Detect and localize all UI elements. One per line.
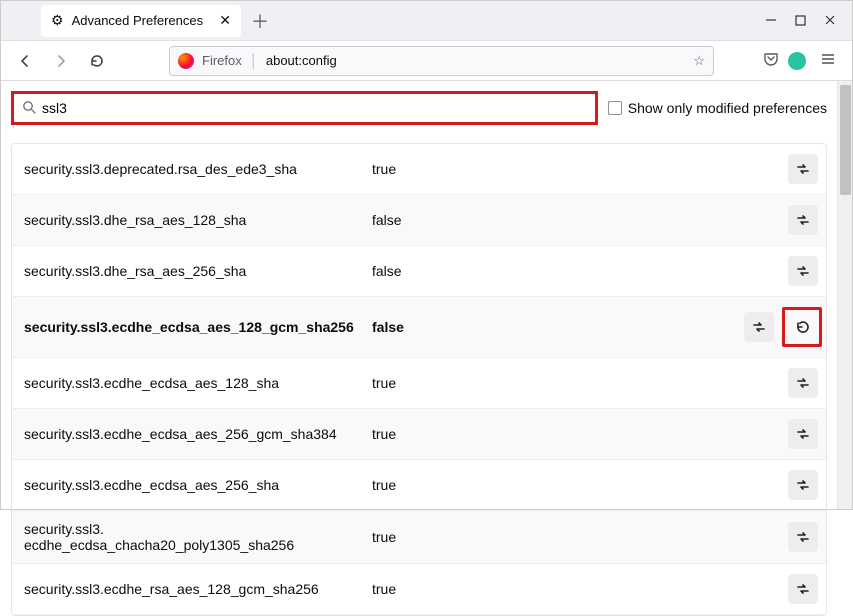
url-brand: Firefox	[202, 53, 242, 68]
pref-row: security.ssl3. ecdhe_ecdsa_chacha20_poly…	[12, 511, 826, 564]
pocket-icon[interactable]	[762, 50, 780, 71]
back-button[interactable]	[11, 47, 39, 75]
vertical-scrollbar[interactable]	[837, 81, 852, 509]
toggle-button[interactable]	[744, 312, 774, 342]
pref-value: true	[372, 375, 780, 391]
pref-name: security.ssl3.ecdhe_ecdsa_aes_256_sha	[24, 477, 364, 493]
firefox-icon	[178, 53, 194, 69]
pref-name: security.ssl3.ecdhe_ecdsa_aes_256_gcm_sh…	[24, 426, 364, 442]
window-controls	[765, 13, 852, 29]
search-input[interactable]	[42, 100, 587, 116]
app-menu-button[interactable]	[814, 51, 842, 70]
pref-row: security.ssl3.ecdhe_ecdsa_aes_256_gcm_sh…	[12, 409, 826, 460]
new-tab-button[interactable]: ＋	[247, 8, 273, 34]
toggle-button[interactable]	[788, 470, 818, 500]
nav-toolbar: Firefox │ about:config ☆	[1, 41, 852, 81]
close-window-button[interactable]	[824, 13, 836, 29]
browser-tab[interactable]: ⚙ Advanced Preferences ✕	[41, 5, 241, 37]
pref-name: security.ssl3.ecdhe_rsa_aes_128_gcm_sha2…	[24, 581, 364, 597]
forward-button[interactable]	[47, 47, 75, 75]
url-text: about:config	[266, 53, 337, 68]
reload-button[interactable]	[83, 47, 111, 75]
toggle-button[interactable]	[788, 368, 818, 398]
reset-button[interactable]	[787, 312, 817, 342]
toggle-button[interactable]	[788, 419, 818, 449]
reset-highlight	[782, 307, 822, 347]
pref-row: security.ssl3.dhe_rsa_aes_128_sha false	[12, 195, 826, 246]
scroll-thumb[interactable]	[840, 85, 851, 195]
config-content: Show only modified preferences security.…	[1, 81, 837, 509]
toggle-button[interactable]	[788, 256, 818, 286]
toggle-button[interactable]	[788, 574, 818, 604]
pref-row: security.ssl3.ecdhe_rsa_aes_128_gcm_sha2…	[12, 564, 826, 615]
pref-row: security.ssl3.ecdhe_ecdsa_aes_128_sha tru…	[12, 358, 826, 409]
pref-name: security.ssl3. ecdhe_ecdsa_chacha20_poly…	[24, 521, 364, 553]
pref-row: security.ssl3.ecdhe_ecdsa_aes_256_sha tru…	[12, 460, 826, 511]
pref-name: security.ssl3.dhe_rsa_aes_256_sha	[24, 263, 364, 279]
pref-value: true	[372, 529, 780, 545]
show-modified-label: Show only modified preferences	[628, 100, 827, 116]
pref-value: true	[372, 477, 780, 493]
pref-value: true	[372, 581, 780, 597]
url-divider: │	[250, 53, 258, 68]
pref-name: security.ssl3.ecdhe_ecdsa_aes_128_gcm_sh…	[24, 319, 364, 335]
search-box[interactable]	[11, 91, 598, 125]
show-modified-checkbox[interactable]	[608, 101, 622, 115]
pref-name: security.ssl3.deprecated.rsa_des_ede3_sh…	[24, 161, 364, 177]
pref-name: security.ssl3.ecdhe_ecdsa_aes_128_sha	[24, 375, 364, 391]
pref-row: security.ssl3.ecdhe_ecdsa_aes_128_gcm_sh…	[12, 297, 826, 358]
pref-value: true	[372, 426, 780, 442]
url-bar[interactable]: Firefox │ about:config ☆	[169, 46, 714, 76]
search-icon	[22, 100, 36, 117]
bookmark-star-icon[interactable]: ☆	[693, 53, 705, 69]
pref-name: security.ssl3.dhe_rsa_aes_128_sha	[24, 212, 364, 228]
minimize-button[interactable]	[765, 13, 777, 29]
pref-value: true	[372, 161, 780, 177]
pref-row: security.ssl3.dhe_rsa_aes_256_sha false	[12, 246, 826, 297]
extension-icon[interactable]	[788, 52, 806, 70]
toggle-button[interactable]	[788, 154, 818, 184]
tab-title: Advanced Preferences	[72, 13, 204, 28]
gear-icon: ⚙	[51, 12, 64, 29]
toggle-button[interactable]	[788, 522, 818, 552]
pref-value: false	[372, 263, 780, 279]
close-tab-button[interactable]: ✕	[219, 12, 231, 29]
maximize-button[interactable]	[795, 13, 806, 29]
pref-value: false	[372, 212, 780, 228]
pref-row: security.ssl3.deprecated.rsa_des_ede3_sh…	[12, 144, 826, 195]
titlebar: ⚙ Advanced Preferences ✕ ＋	[1, 1, 852, 41]
pref-value: false	[372, 319, 736, 335]
toggle-button[interactable]	[788, 205, 818, 235]
pref-list: security.ssl3.deprecated.rsa_des_ede3_sh…	[11, 143, 827, 616]
